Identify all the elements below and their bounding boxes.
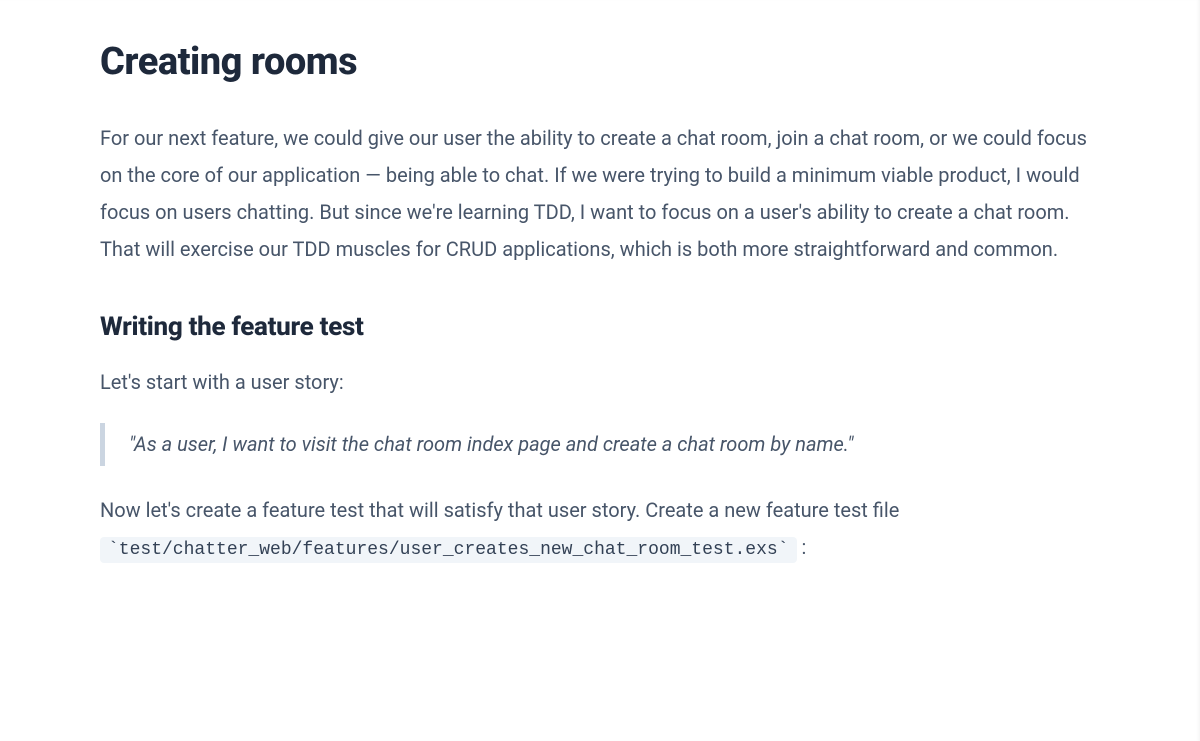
section-intro-text: Let's start with a user story: — [100, 364, 1100, 401]
instruction-text-before: Now let's create a feature test that wil… — [100, 498, 899, 522]
feature-test-instruction: Now let's create a feature test that wil… — [100, 492, 1100, 567]
instruction-text-after: : — [797, 535, 807, 559]
page-title: Creating rooms — [100, 40, 1100, 84]
intro-paragraph: For our next feature, we could give our … — [100, 120, 1100, 268]
file-path-code: `test/chatter_web/features/user_creates_… — [100, 537, 797, 563]
user-story-blockquote: "As a user, I want to visit the chat roo… — [100, 423, 1100, 466]
user-story-text: "As a user, I want to visit the chat roo… — [129, 427, 1100, 462]
section-heading-writing-feature-test: Writing the feature test — [100, 312, 1100, 342]
